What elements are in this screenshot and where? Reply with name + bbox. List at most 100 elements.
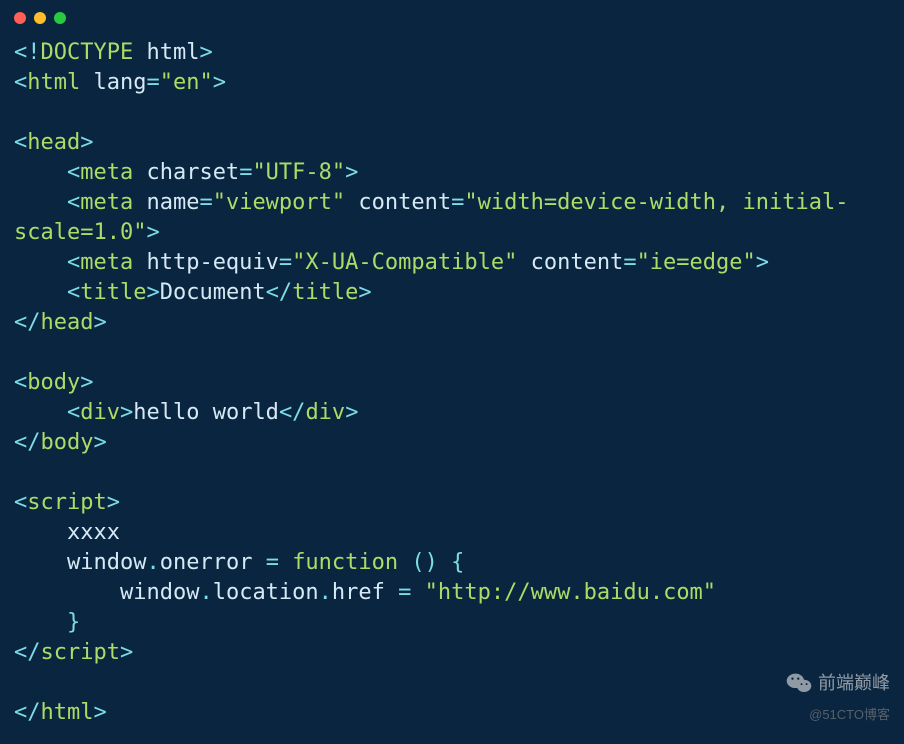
- code-token-bracket: <: [67, 160, 80, 185]
- code-token-bracket: >: [120, 640, 133, 665]
- code-token-bracket: </: [14, 640, 41, 665]
- code-token-tag: head: [41, 310, 94, 335]
- code-token-text: window: [14, 550, 146, 575]
- code-token-bracket: >: [146, 280, 159, 305]
- code-token-tag: script: [27, 490, 106, 515]
- code-token-tag: head: [27, 130, 80, 155]
- code-token-operator: =: [266, 550, 279, 575]
- code-token-bracket: >: [107, 490, 120, 515]
- code-token-text: Document: [160, 280, 266, 305]
- code-token-attr-value: "ie=edge": [637, 250, 756, 275]
- code-token-attr-value: "X-UA-Compatible": [292, 250, 517, 275]
- code-token-bracket: >: [120, 400, 133, 425]
- code-token-text: [14, 400, 67, 425]
- code-token-bracket: </: [14, 310, 41, 335]
- code-token-bracket: >: [345, 400, 358, 425]
- code-token-bracket: >: [93, 310, 106, 335]
- code-token-bracket: >: [80, 370, 93, 395]
- code-token-operator: .: [146, 550, 159, 575]
- code-token-text: window: [14, 580, 199, 605]
- code-token-bracket: >: [213, 70, 226, 95]
- code-token-bracket: </: [14, 700, 41, 725]
- code-token-tag: script: [41, 640, 120, 665]
- code-token-text: href: [332, 580, 398, 605]
- code-token-bracket: <: [14, 70, 27, 95]
- code-token-text: [14, 610, 67, 635]
- code-token-bracket: >: [146, 220, 159, 245]
- code-token-attr-name: http-equiv: [133, 250, 279, 275]
- code-token-attr-value: "viewport": [213, 190, 345, 215]
- code-token-text: [279, 550, 292, 575]
- code-token-bracket: >: [93, 700, 106, 725]
- code-token-text: onerror: [160, 550, 266, 575]
- code-token-attr-value: "UTF-8": [252, 160, 345, 185]
- code-token-keyword: function: [292, 550, 398, 575]
- code-token-tag: html: [41, 700, 94, 725]
- code-token-attr-name: name: [133, 190, 199, 215]
- code-token-operator: =: [451, 190, 464, 215]
- code-token-bracket: <: [67, 250, 80, 275]
- code-token-text: [14, 160, 67, 185]
- code-token-text: xxxx: [14, 520, 120, 545]
- code-token-operator: .: [319, 580, 332, 605]
- minimize-dot[interactable]: [34, 12, 46, 24]
- code-token-operator: (): [411, 550, 438, 575]
- code-token-bracket: >: [93, 430, 106, 455]
- watermark-brand: 前端巅峰: [818, 668, 890, 698]
- code-token-bracket: <: [14, 490, 27, 515]
- code-token-attr-name: lang: [80, 70, 146, 95]
- code-token-operator: =: [146, 70, 159, 95]
- code-token-bracket: <: [67, 280, 80, 305]
- code-token-tag: title: [292, 280, 358, 305]
- code-token-tag: title: [80, 280, 146, 305]
- window-controls: [0, 0, 904, 30]
- code-token-text: hello world: [133, 400, 279, 425]
- code-token-string: "http://www.baidu.com": [425, 580, 716, 605]
- code-token-attr-name: charset: [133, 160, 239, 185]
- code-token-bracket: >: [756, 250, 769, 275]
- code-token-text: [14, 250, 67, 275]
- code-token-bracket: >: [358, 280, 371, 305]
- close-dot[interactable]: [14, 12, 26, 24]
- code-token-tag: DOCTYPE: [41, 40, 134, 65]
- code-token-attr-name: content: [517, 250, 623, 275]
- code-token-bracket: <!: [14, 40, 41, 65]
- code-token-operator: =: [279, 250, 292, 275]
- code-token-bracket: </: [266, 280, 293, 305]
- code-token-text: [438, 550, 451, 575]
- code-token-text: [14, 280, 67, 305]
- code-token-operator: =: [199, 190, 212, 215]
- code-token-bracket: >: [199, 40, 212, 65]
- code-token-tag: div: [80, 400, 120, 425]
- code-token-operator: =: [239, 160, 252, 185]
- maximize-dot[interactable]: [54, 12, 66, 24]
- code-token-bracket: <: [14, 130, 27, 155]
- code-token-bracket: </: [14, 430, 41, 455]
- code-token-operator: =: [623, 250, 636, 275]
- wechat-icon: [786, 672, 812, 694]
- code-token-bracket: <: [67, 400, 80, 425]
- code-token-text: [411, 580, 424, 605]
- code-token-bracket: >: [80, 130, 93, 155]
- code-token-tag: body: [27, 370, 80, 395]
- code-token-text: location: [213, 580, 319, 605]
- code-token-operator: =: [398, 580, 411, 605]
- code-token-bracket: </: [279, 400, 306, 425]
- code-token-text: [14, 190, 67, 215]
- code-token-bracket: <: [14, 370, 27, 395]
- code-token-bracket: <: [67, 190, 80, 215]
- code-token-attr-name: content: [345, 190, 451, 215]
- watermark-subtitle: @51CTO博客: [809, 700, 890, 730]
- code-token-tag: meta: [80, 250, 133, 275]
- code-token-tag: meta: [80, 160, 133, 185]
- watermark: 前端巅峰 @51CTO博客: [786, 668, 890, 730]
- code-token-tag: meta: [80, 190, 133, 215]
- code-token-operator: .: [199, 580, 212, 605]
- code-token-tag: div: [305, 400, 345, 425]
- code-token-operator: {: [451, 550, 464, 575]
- code-token-bracket: >: [345, 160, 358, 185]
- code-token-operator: }: [67, 610, 80, 635]
- code-token-attr-name: html: [133, 40, 199, 65]
- code-token-attr-value: "en": [160, 70, 213, 95]
- code-token-tag: body: [41, 430, 94, 455]
